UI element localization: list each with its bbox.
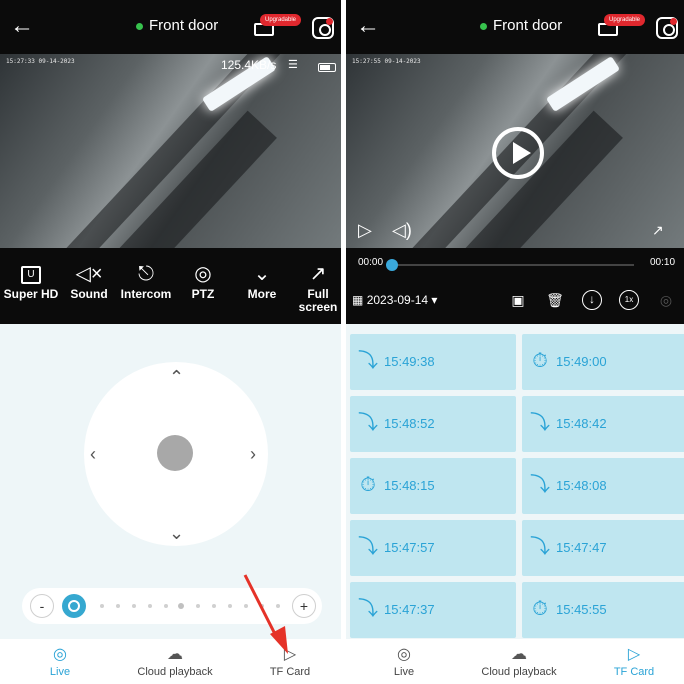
delete-icon[interactable]: 🗑 [545,290,565,310]
chevron-right-icon[interactable]: › [250,445,256,463]
running-person-icon: ⤵ [358,412,378,434]
event-item[interactable]: ⤵ 15:47:57 [350,520,516,576]
battery-icon [318,63,336,72]
timer-icon: ⏱ [532,598,548,620]
ptz-button[interactable]: ◎ PTZ [174,260,232,301]
video-timestamp: 15:27:55 09-14-2023 [352,58,421,65]
tab-tf-card[interactable]: ▷ TF Card [606,645,662,679]
tab-cloud-playback[interactable]: ☁ Cloud playback [474,645,564,679]
top-bar: ← Front door Upgradable [346,0,684,54]
live-controls-bar: U Super HD ◁× Sound ⎋ Intercom ◎ PTZ ⌄ M… [0,248,341,324]
upgradable-badge: Upgradable [604,14,646,26]
event-item[interactable]: ⤵ 15:48:52 [350,396,516,452]
sound-button[interactable]: ◁× Sound [60,260,118,301]
live-video[interactable]: 15:27:33 09-14-2023 125.4KB/s ☰ [0,54,341,248]
dropdown-triangle-icon: ▾ [431,293,438,307]
notification-dot [326,18,333,25]
chevron-down-icon[interactable]: ⌄ [169,524,184,542]
timer-icon: ⏱ [360,474,376,496]
expand-icon: ↗ [309,263,327,285]
live-eye-icon: ◎ [397,646,411,663]
device-title: Front door [480,16,562,36]
chevron-left-icon[interactable]: ‹ [90,445,96,463]
ptz-joystick[interactable]: ⌃ ⌄ ‹ › [84,362,268,546]
running-person-icon: ⤵ [358,350,378,372]
live-eye-icon: ◎ [53,646,67,663]
ptz-camera-icon: ◎ [194,263,212,285]
speaker-muted-icon: ◁× [75,263,103,285]
upgradable-badge: Upgradable [260,14,302,26]
upgradable-button[interactable]: Upgradable [598,14,646,40]
microphone-icon: ⎋ [138,263,154,285]
bitrate-readout: 125.4KB/s [221,58,277,72]
online-status-dot [480,22,487,30]
top-bar: ← Front door Upgradable [0,0,341,54]
event-item[interactable]: ⏱ 15:48:15 [350,458,516,514]
screenshot-icon[interactable]: ▣ [508,290,528,310]
playback-speed-button[interactable]: 1x [619,290,639,310]
zoom-slider-thumb[interactable] [62,594,86,618]
event-item[interactable]: ⤵ 15:49:38 [350,334,516,390]
chevron-up-icon[interactable]: ⌃ [169,368,184,386]
tf-card-playback-screen: ← Front door Upgradable 15:27:55 09-14-2… [346,0,684,684]
event-item[interactable]: ⤵ 15:48:42 [522,396,684,452]
upgradable-button[interactable]: Upgradable [254,14,302,40]
tf-card-icon: ▷ [627,646,641,663]
playback-bar: 00:00 00:10 ▦ 2023-09-14 ▾ ▣ 🗑 ↓ 1x ◎ [346,248,684,324]
notification-dot [670,18,677,25]
event-item[interactable]: ⏱ 15:49:00 [522,334,684,390]
tab-live[interactable]: ◎ Live [38,645,82,679]
tab-cloud-playback[interactable]: ☁ Cloud playback [130,645,220,679]
camera-icon[interactable]: ◎ [656,290,676,310]
cloud-playback-icon: ☁ [167,646,183,663]
tab-live[interactable]: ◎ Live [382,645,426,679]
event-item[interactable]: ⏱ 15:45:55 [522,582,684,638]
event-item[interactable]: ⤵ 15:48:08 [522,458,684,514]
full-screen-button[interactable]: ↗ Full screen [290,260,341,314]
video-timestamp: 15:27:33 09-14-2023 [6,58,75,65]
expand-icon[interactable]: ↗ [652,220,664,240]
chevron-down-icon: ⌄ [253,263,271,285]
super-hd-button[interactable]: U Super HD [2,260,60,301]
progress-track[interactable] [390,264,634,266]
intercom-button[interactable]: ⎋ Intercom [117,260,175,301]
ptz-panel: ⌃ ⌄ ‹ › - + [0,324,341,639]
online-status-dot [136,22,143,30]
running-person-icon: ⤵ [530,412,550,434]
event-item[interactable]: ⤵ 15:47:37 [350,582,516,638]
zoom-out-button[interactable]: - [30,594,54,618]
play-small-icon[interactable]: ▷ [358,220,372,240]
download-icon[interactable]: ↓ [582,290,602,310]
running-person-icon: ⤵ [530,474,550,496]
date-picker[interactable]: ▦ 2023-09-14 ▾ [352,293,437,307]
current-time: 00:00 [358,257,384,268]
running-person-icon: ⤵ [358,598,378,620]
back-arrow-icon[interactable]: ← [10,12,34,40]
running-person-icon: ⤵ [358,536,378,558]
progress-thumb[interactable] [386,259,398,271]
bottom-tab-bar: ◎ Live ☁ Cloud playback ▷ TF Card [0,639,341,684]
wifi-icon: ☰ [288,59,298,71]
joystick-knob[interactable] [157,435,193,471]
calendar-icon: ▦ [352,293,364,307]
back-arrow-icon[interactable]: ← [356,12,380,40]
event-item[interactable]: ⤵ 15:47:47 [522,520,684,576]
bottom-tab-bar: ◎ Live ☁ Cloud playback ▷ TF Card [346,639,684,684]
hd-icon: U [2,260,60,288]
tab-tf-card[interactable]: ▷ TF Card [264,645,316,679]
timer-icon: ⏱ [532,350,548,372]
device-title: Front door [136,16,218,36]
zoom-slider[interactable]: - + [22,588,322,624]
total-time: 00:10 [650,257,676,268]
play-icon[interactable] [492,127,544,179]
zoom-in-button[interactable]: + [292,594,316,618]
live-view-screen: ← Front door Upgradable 15:27:33 09-14-2… [0,0,341,684]
speaker-icon[interactable]: ◁) [392,220,412,240]
playback-video[interactable]: 15:27:55 09-14-2023 ▷ ◁) ↗ [346,54,684,248]
more-button[interactable]: ⌄ More [233,260,291,301]
tf-card-icon: ▷ [283,646,297,663]
cloud-playback-icon: ☁ [511,646,527,663]
running-person-icon: ⤵ [530,536,550,558]
